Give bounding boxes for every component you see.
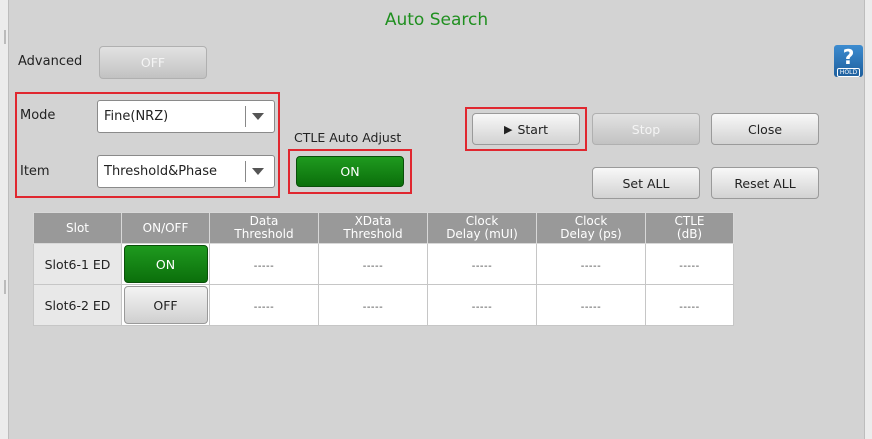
column-header-ctle-db: CTLE (dB) xyxy=(645,212,734,244)
table-header-row: Slot ON/OFF Data Threshold XData Threshold… xyxy=(33,212,734,244)
item-value: Threshold&Phase xyxy=(104,164,218,179)
onoff-cell: OFF xyxy=(121,284,210,326)
mode-select[interactable]: Fine(NRZ) xyxy=(97,100,275,133)
xdata-threshold-cell[interactable]: ----- xyxy=(318,284,428,326)
left-edge xyxy=(0,0,8,439)
slot-name: Slot6-2 ED xyxy=(33,284,122,326)
column-header-slot: Slot xyxy=(33,212,122,244)
ctle-db-cell[interactable]: ----- xyxy=(645,284,734,326)
item-select[interactable]: Threshold&Phase xyxy=(97,155,275,188)
column-header-xdata-threshold: XData Threshold xyxy=(318,212,428,244)
help-hold-caption: HOLD xyxy=(837,68,860,77)
dialog-title: Auto Search xyxy=(384,10,489,30)
table-row: Slot6-1 ED ON ----- ----- ----- ----- --… xyxy=(33,243,734,285)
column-header-clock-delay-ps: Clock Delay (ps) xyxy=(536,212,646,244)
ctle-db-cell[interactable]: ----- xyxy=(645,243,734,285)
slot-table: Slot ON/OFF Data Threshold XData Threshold… xyxy=(33,212,734,326)
advanced-toggle[interactable]: OFF xyxy=(99,46,207,79)
column-header-data-threshold: Data Threshold xyxy=(209,212,319,244)
reset-all-button[interactable]: Reset ALL xyxy=(711,167,819,199)
slot-toggle-button[interactable]: OFF xyxy=(123,286,208,324)
column-header-onoff: ON/OFF xyxy=(121,212,210,244)
clock-delay-ps-cell[interactable]: ----- xyxy=(536,284,646,326)
onoff-cell: ON xyxy=(121,243,210,285)
select-divider xyxy=(245,161,246,182)
chevron-down-icon xyxy=(252,168,264,175)
question-icon: ? xyxy=(842,45,855,69)
advanced-label: Advanced xyxy=(18,54,83,69)
clock-delay-mui-cell[interactable]: ----- xyxy=(427,284,537,326)
stop-button[interactable]: Stop xyxy=(592,113,700,145)
close-button[interactable]: Close xyxy=(711,113,819,145)
start-button[interactable]: ▶ Start xyxy=(472,113,580,145)
column-header-clock-delay-mui: Clock Delay (mUI) xyxy=(427,212,537,244)
slot-toggle-button[interactable]: ON xyxy=(123,245,208,283)
play-icon: ▶ xyxy=(503,122,513,136)
mode-value: Fine(NRZ) xyxy=(104,109,169,124)
data-threshold-cell[interactable]: ----- xyxy=(209,243,319,285)
data-threshold-cell[interactable]: ----- xyxy=(209,284,319,326)
table-row: Slot6-2 ED OFF ----- ----- ----- ----- -… xyxy=(33,284,734,326)
edge-tick xyxy=(4,30,6,44)
xdata-threshold-cell[interactable]: ----- xyxy=(318,243,428,285)
clock-delay-mui-cell[interactable]: ----- xyxy=(427,243,537,285)
chevron-down-icon xyxy=(252,113,264,120)
ctle-auto-adjust-label: CTLE Auto Adjust xyxy=(294,130,402,145)
select-divider xyxy=(245,106,246,127)
help-button[interactable]: ? HOLD xyxy=(834,45,863,77)
clock-delay-ps-cell[interactable]: ----- xyxy=(536,243,646,285)
set-all-button[interactable]: Set ALL xyxy=(592,167,700,199)
item-label: Item xyxy=(20,164,50,179)
auto-search-dialog: Auto Search Advanced OFF Mode Fine(NRZ) … xyxy=(8,0,865,439)
ctle-auto-adjust-toggle[interactable]: ON xyxy=(296,156,404,187)
edge-tick xyxy=(4,280,6,294)
slot-name: Slot6-1 ED xyxy=(33,243,122,285)
mode-label: Mode xyxy=(20,108,56,123)
start-button-label: Start xyxy=(517,121,548,137)
